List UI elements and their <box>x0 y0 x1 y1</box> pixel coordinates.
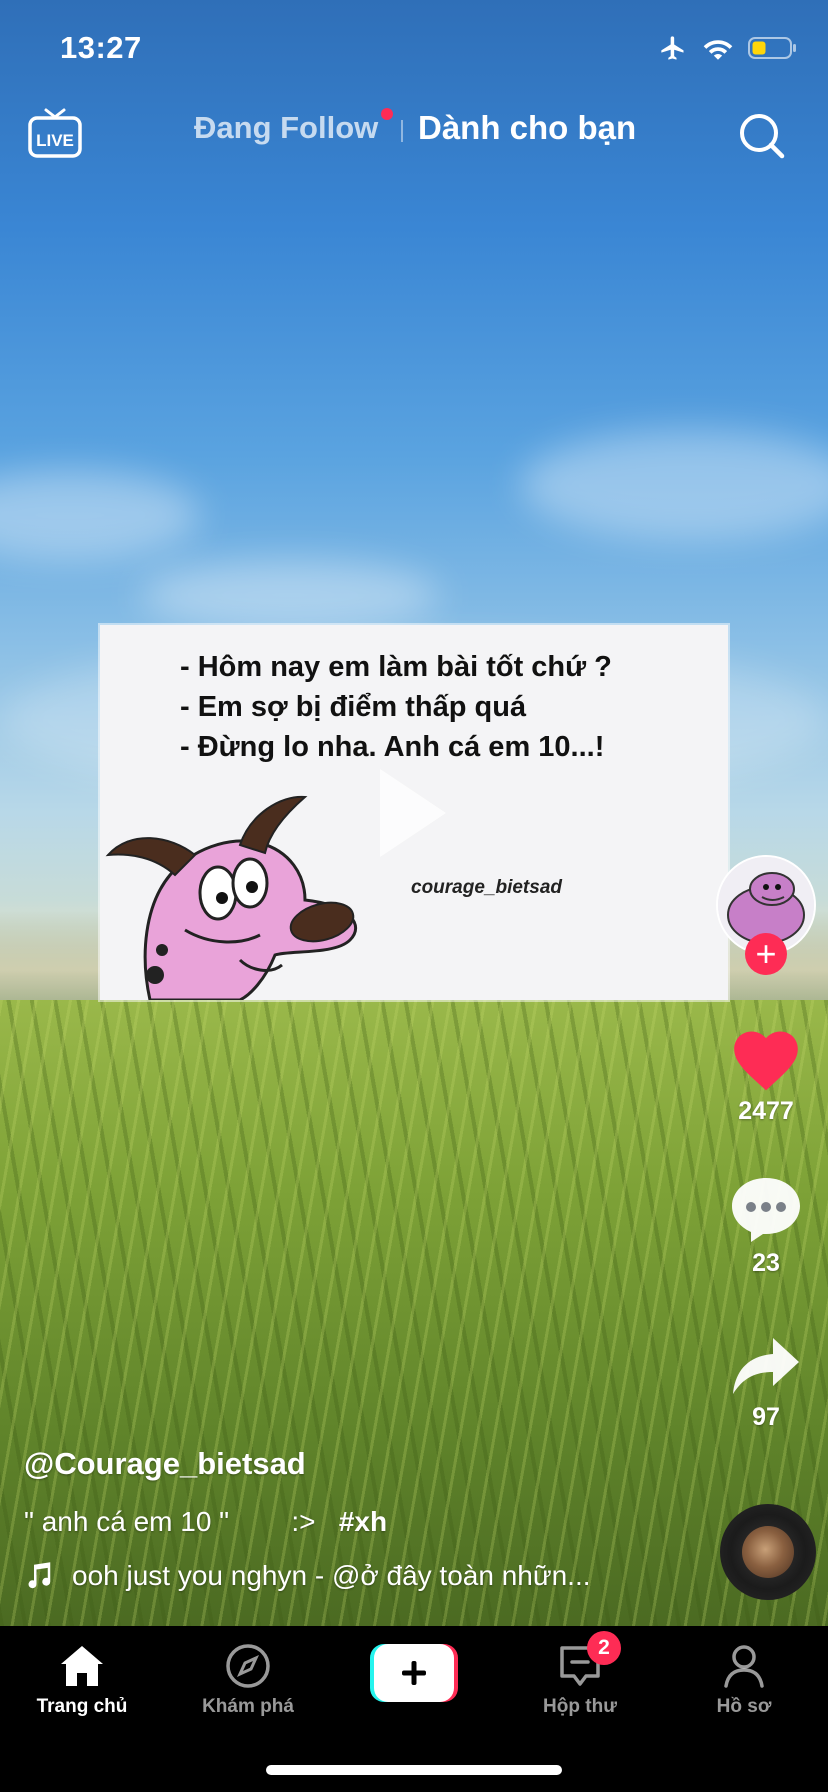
like-count: 2477 <box>738 1097 794 1125</box>
meme-text: - Hôm nay em làm bài tốt chứ ? - Em sợ b… <box>180 647 612 767</box>
heart-icon[interactable] <box>727 1022 805 1092</box>
search-icon <box>740 114 785 159</box>
follow-button[interactable]: + <box>745 933 787 975</box>
share-arrow-icon[interactable] <box>729 1334 803 1398</box>
creator-avatar[interactable]: + <box>716 855 816 975</box>
home-icon <box>61 1646 103 1686</box>
nav-profile[interactable]: Hồ sơ <box>674 1640 814 1718</box>
share-action[interactable]: 97 <box>716 1334 816 1432</box>
feed-tabs: Đang Follow Dành cho bạn <box>0 108 828 162</box>
plus-icon <box>370 1644 458 1702</box>
nav-profile-label: Hồ sơ <box>716 1696 772 1717</box>
music-info[interactable]: ooh just you nghyn - @ở đây toàn nhữn... <box>24 1560 591 1592</box>
search-button[interactable] <box>734 108 790 164</box>
tab-following[interactable]: Đang Follow <box>194 110 378 146</box>
like-action[interactable]: 2477 <box>716 1022 816 1126</box>
description-text: " anh cá em 10 " :> <box>24 1506 339 1537</box>
comment-bubble-icon[interactable] <box>729 1174 803 1244</box>
profile-icon <box>724 1645 764 1688</box>
comment-count: 23 <box>752 1249 780 1277</box>
author-username[interactable]: @Courage_bietsad <box>24 1446 306 1482</box>
meme-line: - Đừng lo nha. Anh cá em 10...! <box>180 731 605 763</box>
nav-discover-label: Khám phá <box>202 1696 294 1717</box>
home-indicator <box>266 1765 562 1775</box>
inbox-badge: 2 <box>587 1631 621 1665</box>
status-time: 13:27 <box>60 30 142 65</box>
create-video-button[interactable] <box>370 1644 458 1702</box>
nav-discover[interactable]: Khám phá <box>178 1640 318 1718</box>
tab-for-you[interactable]: Dành cho bạn <box>418 109 636 147</box>
meme-watermark: courage_bietsad <box>411 877 562 898</box>
new-content-dot <box>381 108 393 120</box>
tab-separator <box>401 120 403 142</box>
hashtag-link[interactable]: #xh <box>339 1506 387 1537</box>
play-icon[interactable] <box>372 763 452 863</box>
nav-inbox-label: Hộp thư <box>543 1696 617 1717</box>
battery-icon <box>748 37 796 59</box>
compass-icon <box>226 1644 270 1688</box>
meme-line: - Hôm nay em làm bài tốt chứ ? <box>180 651 612 683</box>
meme-line: - Em sợ bị điểm thấp quá <box>180 691 527 723</box>
music-note-icon <box>28 1562 51 1589</box>
meme-image: - Hôm nay em làm bài tốt chứ ? - Em sợ b… <box>100 625 728 1000</box>
comment-action[interactable]: 23 <box>716 1174 816 1278</box>
share-count: 97 <box>752 1403 780 1431</box>
status-icons <box>658 34 798 62</box>
courage-dog-illustration <box>105 795 357 1000</box>
wifi-icon <box>703 40 733 60</box>
airplane-mode-icon <box>661 36 684 60</box>
sound-cover-image <box>742 1526 794 1578</box>
video-description: " anh cá em 10 " :> #xh <box>24 1506 387 1538</box>
music-title: ooh just you nghyn - @ở đây toàn nhữn... <box>72 1560 591 1591</box>
nav-home[interactable]: Trang chủ <box>12 1640 152 1718</box>
nav-inbox[interactable]: Hộp thư <box>510 1640 650 1718</box>
nav-home-label: Trang chủ <box>36 1696 128 1717</box>
sound-disc[interactable] <box>720 1504 816 1600</box>
